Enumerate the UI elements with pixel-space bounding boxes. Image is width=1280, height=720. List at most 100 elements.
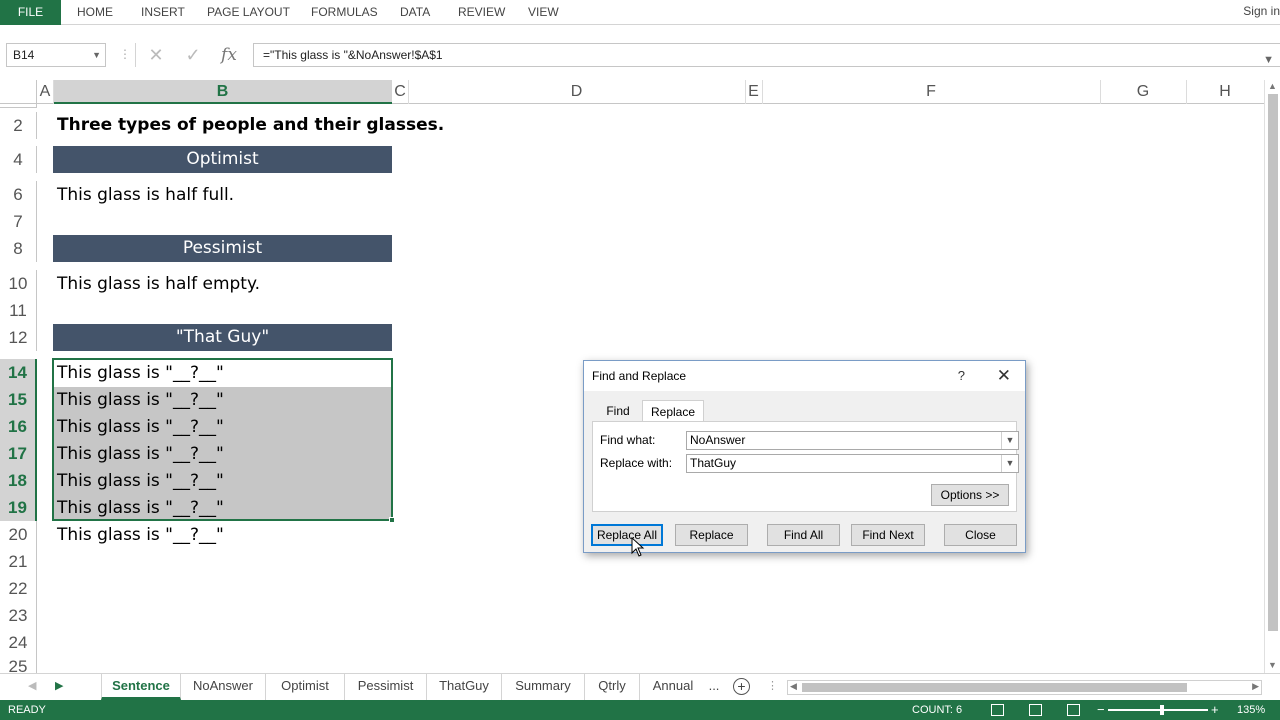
row-header-7[interactable]: 7 — [0, 208, 37, 235]
sheet-tab-pessimist[interactable]: Pessimist — [345, 674, 427, 700]
column-header-e[interactable]: E — [745, 80, 762, 104]
add-sheet-icon[interactable]: + — [733, 678, 750, 695]
row-header-10[interactable]: 10 — [0, 270, 37, 297]
scroll-down-icon[interactable]: ▼ — [1268, 660, 1277, 670]
row-header-20[interactable]: 20 — [0, 521, 37, 548]
replace-all-button[interactable]: Replace All — [591, 524, 663, 546]
thatguy-cell-b20[interactable]: This glass is "__?__" — [57, 525, 224, 545]
page-break-view-icon[interactable] — [1067, 704, 1080, 716]
row-header-16[interactable]: 16 — [0, 413, 37, 440]
row-header-14[interactable]: 14 — [0, 359, 37, 386]
row-header-22[interactable]: 22 — [0, 575, 37, 602]
name-box[interactable]: B14 ▼ — [6, 43, 106, 67]
fill-handle[interactable] — [389, 517, 395, 523]
replace-button[interactable]: Replace — [675, 524, 748, 546]
optimist-text-cell[interactable]: This glass is half full. — [57, 185, 234, 205]
enter-icon[interactable]: ✓ — [180, 43, 206, 67]
close-button[interactable]: Close — [944, 524, 1017, 546]
sheet-tab-sentence[interactable]: Sentence — [101, 674, 181, 700]
thatguy-cell-b15[interactable]: This glass is "__?__" — [57, 390, 224, 410]
replace-with-input[interactable]: ThatGuy ▼ — [686, 454, 1019, 473]
row-header-19[interactable]: 19 — [0, 494, 37, 521]
row-header-4[interactable]: 4 — [0, 146, 37, 173]
row-header-17[interactable]: 17 — [0, 440, 37, 467]
sheet-tab-summary[interactable]: Summary — [502, 674, 585, 700]
row-header-15[interactable]: 15 — [0, 386, 37, 413]
zoom-slider-thumb[interactable] — [1160, 705, 1164, 715]
sheet-tab-qtrly[interactable]: Qtrly — [585, 674, 640, 700]
page-layout-view-icon[interactable] — [1029, 704, 1042, 716]
close-icon[interactable]: ✕ — [997, 361, 1011, 390]
thatguy-cell-b14[interactable]: This glass is "__?__" — [57, 363, 224, 383]
file-tab[interactable]: FILE — [0, 0, 61, 25]
vertical-scrollbar[interactable]: ▲ ▼ — [1264, 80, 1280, 673]
find-what-input[interactable]: NoAnswer ▼ — [686, 431, 1019, 450]
row-header-6[interactable]: 6 — [0, 181, 37, 208]
expand-formula-icon[interactable]: ▼ — [1263, 49, 1274, 71]
title-cell[interactable]: Three types of people and their glasses. — [57, 115, 444, 135]
sheet-tab-annual[interactable]: Annual — [640, 674, 706, 700]
tab-review[interactable]: REVIEW — [458, 0, 505, 25]
zoom-out-icon[interactable]: − — [1097, 700, 1105, 720]
row-header-25[interactable]: 25 — [0, 656, 37, 673]
thatguy-cell-b16[interactable]: This glass is "__?__" — [57, 417, 224, 437]
scroll-right-icon[interactable]: ▶ — [1252, 681, 1259, 692]
row-header-11[interactable]: 11 — [0, 297, 37, 324]
tab-formulas[interactable]: FORMULAS — [311, 0, 378, 25]
options-button[interactable]: Options >> — [931, 484, 1009, 506]
sheet-tab-thatguy[interactable]: ThatGuy — [427, 674, 502, 700]
tab-insert[interactable]: INSERT — [141, 0, 185, 25]
help-icon[interactable]: ? — [958, 361, 965, 391]
sheet-tab-optimist[interactable]: Optimist — [266, 674, 345, 700]
tab-page-layout[interactable]: PAGE LAYOUT — [207, 0, 290, 25]
prev-sheet-icon[interactable]: ◀ — [28, 679, 36, 692]
drag-handle-icon[interactable]: ⋮ — [119, 47, 131, 61]
zoom-level[interactable]: 135% — [1237, 700, 1265, 720]
dialog-title-bar[interactable]: Find and Replace ? ✕ — [584, 361, 1025, 391]
column-header-f[interactable]: F — [762, 80, 1100, 104]
tab-data[interactable]: DATA — [400, 0, 430, 25]
sign-in-link[interactable]: Sign in — [1243, 0, 1280, 25]
column-header-d[interactable]: D — [408, 80, 745, 104]
tab-home[interactable]: HOME — [77, 0, 113, 25]
scroll-left-icon[interactable]: ◀ — [790, 681, 797, 692]
column-header-c[interactable]: C — [392, 80, 408, 104]
thatguy-cell-b19[interactable]: This glass is "__?__" — [57, 498, 224, 518]
tab-split-handle-icon[interactable]: ⋮ — [767, 679, 778, 692]
row-header-23[interactable]: 23 — [0, 602, 37, 629]
horizontal-scroll-thumb[interactable] — [802, 683, 1187, 692]
chevron-down-icon[interactable]: ▼ — [92, 44, 101, 66]
tab-view[interactable]: VIEW — [528, 0, 559, 25]
pessimist-text-cell[interactable]: This glass is half empty. — [57, 274, 260, 294]
optimist-header-cell[interactable]: Optimist — [53, 146, 392, 173]
column-header-a[interactable]: A — [37, 80, 53, 104]
row-header-2[interactable]: 2 — [0, 112, 37, 139]
normal-view-icon[interactable] — [991, 704, 1004, 716]
sheet-tab-noanswer[interactable]: NoAnswer — [181, 674, 266, 700]
chevron-down-icon[interactable]: ▼ — [1001, 432, 1018, 449]
chevron-down-icon[interactable]: ▼ — [1001, 455, 1018, 472]
vertical-scroll-thumb[interactable] — [1268, 94, 1278, 631]
more-sheets-button[interactable]: ... — [702, 674, 726, 700]
formula-input[interactable]: ="This glass is "&NoAnswer!$A$1 ▼ — [253, 43, 1280, 67]
scroll-up-icon[interactable]: ▲ — [1268, 81, 1277, 91]
thatguy-header-cell[interactable]: "That Guy" — [53, 324, 392, 351]
row-header-24[interactable]: 24 — [0, 629, 37, 656]
zoom-slider[interactable] — [1108, 709, 1208, 711]
insert-function-button[interactable]: fx — [216, 43, 242, 67]
column-header-g[interactable]: G — [1100, 80, 1186, 104]
find-all-button[interactable]: Find All — [767, 524, 840, 546]
row-header-18[interactable]: 18 — [0, 467, 37, 494]
row-header-8[interactable]: 8 — [0, 235, 37, 262]
tab-replace[interactable]: Replace — [642, 400, 704, 422]
column-header-b[interactable]: B — [53, 80, 392, 104]
row-header-12[interactable]: 12 — [0, 324, 37, 351]
pessimist-header-cell[interactable]: Pessimist — [53, 235, 392, 262]
find-next-button[interactable]: Find Next — [851, 524, 925, 546]
next-sheet-icon[interactable]: ▶ — [55, 679, 63, 692]
horizontal-scrollbar[interactable]: ◀ ▶ — [787, 680, 1262, 695]
thatguy-cell-b17[interactable]: This glass is "__?__" — [57, 444, 224, 464]
row-header-21[interactable]: 21 — [0, 548, 37, 575]
cancel-icon[interactable]: ✕ — [143, 43, 169, 67]
select-all-corner[interactable] — [0, 80, 37, 104]
